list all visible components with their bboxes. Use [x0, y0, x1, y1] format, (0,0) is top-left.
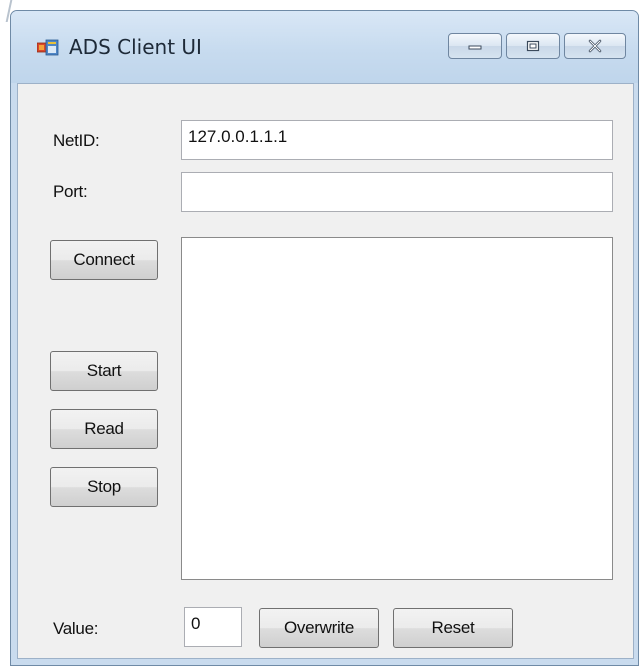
- app-window: ADS Client UI NetID: 127.0.0.1.1.1 Port:…: [10, 10, 639, 666]
- minimize-icon: [468, 45, 482, 50]
- output-textbox[interactable]: [181, 237, 613, 580]
- value-label: Value:: [53, 619, 99, 638]
- caption-buttons: [448, 33, 626, 59]
- netid-input[interactable]: 127.0.0.1.1.1: [181, 120, 613, 160]
- value-input[interactable]: 0: [184, 607, 242, 647]
- window-title: ADS Client UI: [69, 35, 202, 59]
- reset-button[interactable]: Reset: [393, 608, 513, 648]
- minimize-button[interactable]: [448, 33, 502, 59]
- maximize-button[interactable]: [506, 33, 560, 59]
- close-button[interactable]: [564, 33, 626, 59]
- close-icon: [588, 39, 602, 53]
- netid-label: NetID:: [53, 131, 100, 150]
- connect-button[interactable]: Connect: [50, 240, 158, 280]
- client-area: NetID: 127.0.0.1.1.1 Port: Connect Start…: [17, 83, 634, 659]
- port-input[interactable]: [181, 172, 613, 212]
- port-label: Port:: [53, 182, 88, 201]
- maximize-icon: [526, 40, 540, 52]
- overwrite-button[interactable]: Overwrite: [259, 608, 379, 648]
- start-button[interactable]: Start: [50, 351, 158, 391]
- title-bar[interactable]: ADS Client UI: [11, 11, 638, 83]
- read-button[interactable]: Read: [50, 409, 158, 449]
- windows-app-icon: [37, 39, 59, 56]
- stop-button[interactable]: Stop: [50, 467, 158, 507]
